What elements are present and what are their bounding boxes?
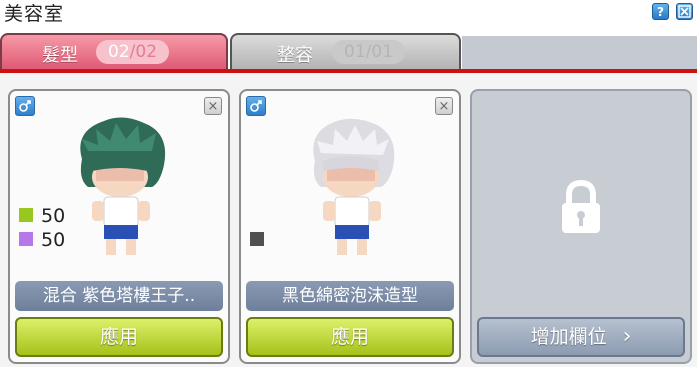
- tab-slot-count: 02/02: [96, 40, 170, 64]
- tab-bar-filler: [462, 36, 697, 69]
- tab-slot-count: 01/01: [332, 40, 406, 64]
- add-slot-label: 增加欄位: [530, 326, 607, 348]
- male-icon: [15, 96, 35, 116]
- tab-bar: 髮型 02/02 整容 01/01: [0, 24, 697, 74]
- hair-name-label: 黑色綿密泡沫造型: [246, 281, 454, 311]
- remove-slot-button[interactable]: ×: [204, 97, 222, 115]
- mix-percent-1: 50: [41, 205, 66, 227]
- tab-label: 髮型: [42, 45, 78, 66]
- slot-total: 02: [135, 42, 158, 62]
- title-bar: 美容室 ?: [0, 0, 697, 25]
- slot-total: 01: [371, 42, 394, 62]
- close-icon: [678, 5, 691, 18]
- mix-percent-2: 50: [41, 229, 66, 251]
- tab-face[interactable]: 整容 01/01: [230, 33, 461, 69]
- character-avatar: [313, 118, 395, 255]
- color-swatch-1: [250, 232, 264, 246]
- slot-current: 02: [108, 42, 130, 62]
- locked-slot-card: 增加欄位 ›: [470, 89, 692, 364]
- slot-grid: × 50 50 混合 紫色塔樓王子.. 應用 × 黑色綿密泡沫造型 應用 增加欄…: [0, 73, 697, 367]
- help-button[interactable]: ?: [652, 3, 669, 20]
- apply-button[interactable]: 應用: [15, 317, 223, 357]
- add-slot-button[interactable]: 增加欄位 ›: [477, 317, 685, 357]
- window-title: 美容室: [4, 3, 65, 25]
- hair-slot-card[interactable]: × 50 50 混合 紫色塔樓王子.. 應用: [8, 89, 230, 364]
- tab-label: 整容: [277, 45, 313, 66]
- color-swatch-2: [19, 232, 33, 246]
- remove-slot-button[interactable]: ×: [435, 97, 453, 115]
- close-window-button[interactable]: [676, 3, 693, 20]
- chevron-right-icon: ›: [622, 324, 632, 349]
- hair-slot-card[interactable]: × 黑色綿密泡沫造型 應用: [239, 89, 461, 364]
- male-icon: [246, 96, 266, 116]
- character-avatar: [80, 117, 166, 255]
- apply-button[interactable]: 應用: [246, 317, 454, 357]
- color-swatch-1: [19, 208, 33, 222]
- hair-name-label: 混合 紫色塔樓王子..: [15, 281, 223, 311]
- tab-hairstyle[interactable]: 髮型 02/02: [0, 33, 228, 69]
- slot-current: 01: [344, 42, 366, 62]
- lock-icon: [562, 179, 600, 233]
